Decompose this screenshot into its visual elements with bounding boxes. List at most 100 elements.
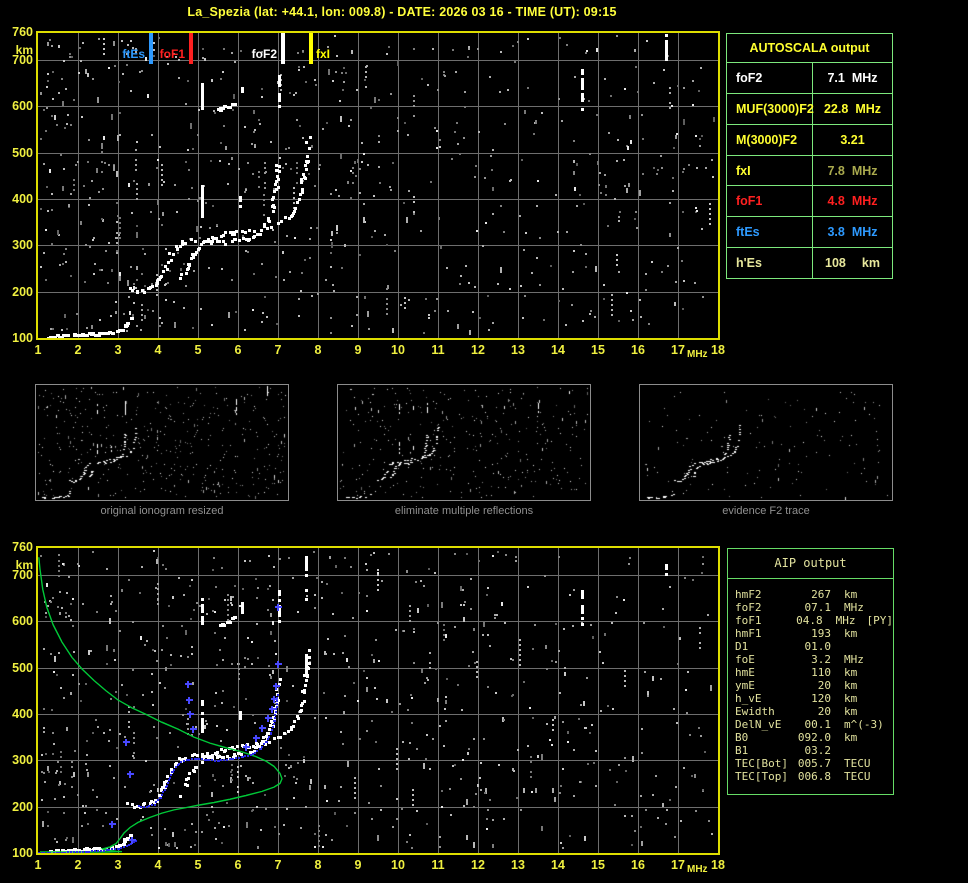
aip-row-h_vE: h_vE 120 km [735,692,858,705]
x-tick-10: 10 [391,343,405,357]
y-tick-400: 400 [12,191,33,206]
aip-row-foF1: foF1 04.8 MHz [PY] [735,614,893,627]
y-tick-600: 600 [12,99,33,114]
autoscala-param-value: 3.8 MHz [827,225,878,240]
autoscala-param-name: fxI [727,155,813,186]
autoscala-param-value: 7.1 MHz [827,70,878,85]
x-tick-6: 6 [234,858,242,872]
marker-label-fxI: fxI [316,47,331,61]
autoscala-row-foF1: foF1 4.8 MHz [727,186,892,218]
x-tick-16: 16 [631,343,645,357]
autoscala-param-value: 3.21 [840,132,865,147]
x-tick-9: 9 [354,858,362,872]
autoscala-param-name: M(3000)F2 [727,124,813,155]
thumbnail-evidence-f2-trace [639,384,893,501]
x-tick-8: 8 [314,343,322,357]
aip-row-B1: B1 03.2 [735,744,831,757]
x-tick-4: 4 [154,858,162,872]
autoscala-param-name: ftEs [727,217,813,248]
x-tick-2: 2 [74,343,82,357]
autoscala-row-foF2: foF2 7.1 MHz [727,63,892,94]
x-tick-14: 14 [551,858,565,872]
autoscala-param-value: 22.8 MHz [823,101,882,116]
y-tick-600: 600 [12,614,33,629]
aip-output-table: AIP output hmF2 267 km foF2 07.1 MHz foF1 04.8 M… [727,548,894,795]
x-tick-5: 5 [194,858,202,872]
x-axis-unit-mhz: MHz [687,349,708,360]
x-tick-11: 11 [431,343,445,357]
y-tick-200: 200 [12,284,33,299]
x-tick-18: 18 [711,343,725,357]
x-tick-12: 12 [471,858,485,872]
x-tick-6: 6 [234,343,242,357]
y-axis-unit-km: km [15,558,33,572]
autoscala-param-name: foF1 [727,186,813,217]
x-tick-15: 15 [591,858,605,872]
x-tick-9: 9 [354,343,362,357]
autoscala-output-table: AUTOSCALA output foF2 7.1 MHz MUF(3000)F2 22… [726,33,893,279]
x-tick-3: 3 [114,858,122,872]
autoscala-param-name: h'Es [727,248,813,279]
autoscala-table-rows: foF2 7.1 MHz MUF(3000)F2 22.8 MHz M(3000)F2 3.2… [727,63,892,279]
y-tick-200: 200 [12,799,33,814]
aip-row-hmE: hmE 110 km [735,666,858,679]
scaled-ionogram-plot [36,31,720,340]
aip-row-D1: D1 01.0 [735,640,831,653]
y-axis-unit-km: km [15,43,33,57]
ionogram-with-profile-plot [36,546,720,855]
autoscala-param-value: 7.8 MHz [827,163,878,178]
thumbnail-original-ionogram [35,384,289,501]
autoscala-row-fxI: fxI 7.8 MHz [727,155,892,187]
autoscala-param-name: MUF(3000)F2 [727,93,814,124]
x-tick-12: 12 [471,343,485,357]
autoscala-row-ftEs: ftEs 3.8 MHz [727,217,892,249]
aip-row-TEC[Bot]: TEC[Bot] 005.7 TECU [735,757,871,770]
aip-row-TEC[Top]: TEC[Top] 006.8 TECU [735,770,871,783]
x-tick-14: 14 [551,343,565,357]
y-tick-500: 500 [12,145,33,160]
marker-label-foF1: foF1 [159,47,185,61]
aip-row-ymE: ymE 20 km [735,679,858,692]
x-tick-13: 13 [511,343,525,357]
y-tick-300: 300 [12,238,33,253]
x-tick-2: 2 [74,858,82,872]
aip-row-foE: foE 3.2 MHz [735,653,864,666]
x-tick-16: 16 [631,858,645,872]
aip-row-B0: B0 092.0 km [735,731,858,744]
x-tick-1: 1 [34,858,42,872]
x-tick-7: 7 [274,858,282,872]
aip-row-hmF1: hmF1 193 km [735,627,858,640]
y-tick-300: 300 [12,753,33,768]
thumbnail-label-eliminate: eliminate multiple reflections [394,505,534,517]
y-tick-400: 400 [12,706,33,721]
station-date-time-title: La_Spezia (lat: +44.1, lon: 009.8) - DAT… [187,5,617,19]
autoscala-param-value: 4.8 MHz [827,194,878,209]
thumbnail-eliminate-multiple-reflections [337,384,591,501]
y-tick-500: 500 [12,660,33,675]
marker-label-foF2: foF2 [251,47,277,61]
thumbnail-label-original: original ionogram resized [100,505,224,517]
y-tick-760: 760 [12,25,33,39]
autoscala-param-name: foF2 [727,63,813,93]
aip-table-rows: hmF2 267 km foF2 07.1 MHz foF1 04.8 MHz [PY] hmF1 1… [728,579,893,783]
marker-label-ftEs: ftEs [122,47,145,61]
aip-row-foF2: foF2 07.1 MHz [735,601,864,614]
x-tick-13: 13 [511,858,525,872]
x-tick-15: 15 [591,343,605,357]
aip-row-Ewidth: Ewidth 20 km [735,705,858,718]
x-tick-5: 5 [194,343,202,357]
autoscala-row-h'Es: h'Es 108 km [727,248,892,279]
autoscala-param-value: 108 km [825,256,880,271]
aip-row-hmF2: hmF2 267 km [735,588,858,601]
x-tick-8: 8 [314,858,322,872]
x-tick-18: 18 [711,858,725,872]
x-tick-7: 7 [274,343,282,357]
aip-row-DelN_vE: DelN_vE 00.1 m^(-3) [735,718,884,731]
aip-table-header: AIP output [728,549,893,579]
x-tick-3: 3 [114,343,122,357]
autoscala-row-MUF(3000)F2: MUF(3000)F2 22.8 MHz [727,93,892,125]
x-tick-11: 11 [431,858,445,872]
thumbnail-label-evidence: evidence F2 trace [722,505,810,517]
autoscala-table-header: AUTOSCALA output [727,34,892,63]
x-axis-unit-mhz: MHz [687,864,708,875]
